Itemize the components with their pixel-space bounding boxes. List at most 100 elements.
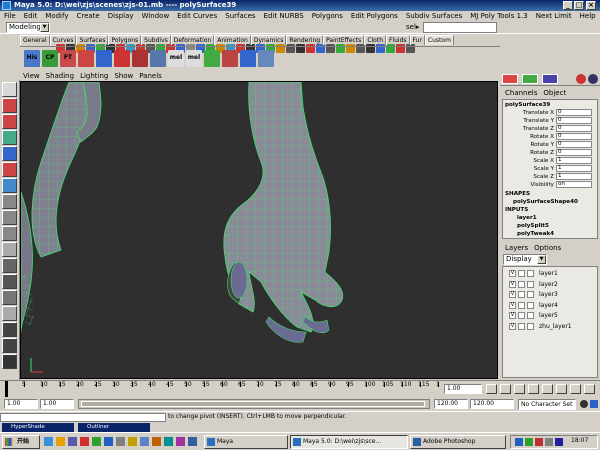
channel-row[interactable]: Rotate X0 — [503, 133, 597, 141]
shelf-tool-icon[interactable] — [96, 50, 112, 67]
lasso-icon[interactable] — [2, 98, 17, 113]
layer-display-type-toggle[interactable] — [518, 301, 525, 309]
shape-node[interactable]: polySurfaceShape40 — [503, 198, 597, 206]
menu-file[interactable]: File — [0, 12, 20, 20]
shelf-tool-icon[interactable]: mel — [186, 50, 202, 67]
app-icon[interactable] — [164, 437, 173, 446]
layer-color-swatch[interactable] — [527, 280, 534, 288]
layout-hypershade-icon[interactable] — [2, 338, 17, 353]
time-slider[interactable]: 1510152025303540455055606570758085909510… — [0, 380, 600, 397]
outlook-icon[interactable] — [68, 437, 77, 446]
channels-tab-object[interactable]: Object — [540, 89, 569, 97]
shelf-tool-icon[interactable] — [150, 50, 166, 67]
channel-box-toggle-icon[interactable] — [502, 74, 518, 84]
menu-window[interactable]: Window — [138, 12, 174, 20]
channel-row[interactable]: Visibility on — [503, 181, 597, 189]
layer-visibility-toggle[interactable]: V — [509, 270, 516, 277]
desktop-icon[interactable] — [56, 437, 65, 446]
app-icon[interactable] — [116, 437, 125, 446]
layer-display-type-toggle[interactable] — [518, 322, 525, 330]
layer-visibility-toggle[interactable]: V — [509, 280, 516, 288]
menu-edit-polygons[interactable]: Edit Polygons — [347, 12, 402, 20]
menu-mj-poly-tools-1-3[interactable]: MJ Poly Tools 1.3 — [466, 12, 532, 20]
layout-persp-icon[interactable] — [2, 290, 17, 305]
preferences-icon[interactable] — [590, 400, 598, 408]
layer-row[interactable]: Vlayer5 — [505, 311, 595, 320]
channel-row[interactable]: Scale X1 — [503, 157, 597, 165]
quick-select-input[interactable] — [423, 22, 497, 33]
shelf-tab-deformation[interactable]: Deformation — [170, 35, 215, 45]
tray-icon[interactable] — [535, 438, 543, 446]
channel-row[interactable]: Rotate Z0 — [503, 149, 597, 157]
move-icon[interactable] — [2, 130, 17, 145]
range-slider-handle[interactable] — [81, 401, 425, 407]
shelf-tool-icon[interactable] — [132, 50, 148, 67]
layer-color-swatch[interactable] — [527, 270, 534, 277]
range-end-field[interactable]: 120.00 — [470, 399, 514, 409]
layer-row[interactable]: Vlayer4 — [505, 301, 595, 310]
scale-icon[interactable] — [2, 162, 17, 177]
menu-edit-nurbs[interactable]: Edit NURBS — [260, 12, 308, 20]
channel-row[interactable]: Translate Y0 — [503, 117, 597, 125]
input-node[interactable]: layer1 — [503, 214, 597, 222]
shelf-tab-custom[interactable]: Custom — [424, 35, 454, 45]
step-forward-frame-icon[interactable] — [556, 384, 567, 394]
rotate-icon[interactable] — [2, 146, 17, 161]
range-slider[interactable] — [78, 399, 430, 409]
shelf-tab-cloth[interactable]: Cloth — [364, 35, 386, 45]
settings-icon[interactable] — [588, 74, 598, 84]
menu-polygons[interactable]: Polygons — [308, 12, 347, 20]
shelf-tab-surfaces[interactable]: Surfaces — [76, 35, 109, 45]
taskbar-button[interactable]: Maya — [204, 435, 288, 449]
layer-row[interactable]: Vlayer2 — [505, 280, 595, 289]
layer-display-type-toggle[interactable] — [518, 270, 525, 277]
shelf-tool-icon[interactable] — [222, 50, 238, 67]
menu-help[interactable]: Help — [576, 12, 600, 20]
channel-value[interactable]: 0 — [556, 133, 592, 140]
shelf-tool-icon[interactable]: His — [24, 50, 40, 67]
layout-outliner-icon[interactable] — [2, 306, 17, 321]
play-forward-icon[interactable] — [542, 384, 553, 394]
layers-tab-layers[interactable]: Layers — [502, 244, 531, 252]
shelf-tab-fur[interactable]: Fur — [409, 35, 425, 45]
mel-command-input[interactable] — [0, 413, 166, 422]
layout-two-icon[interactable] — [2, 274, 17, 289]
taskbar-button[interactable]: Maya 5.0: D:\wei\zjs\sce... — [290, 435, 408, 449]
current-time-field[interactable]: 1.00 — [444, 384, 482, 394]
layout-icon[interactable] — [2, 226, 17, 241]
channel-value[interactable]: 1 — [556, 173, 592, 180]
channel-value[interactable]: on — [556, 181, 592, 188]
start-button[interactable]: 开始 — [2, 435, 40, 449]
channel-row[interactable]: Scale Z1 — [503, 173, 597, 181]
channel-value[interactable]: 1 — [556, 165, 592, 172]
layer-color-swatch[interactable] — [527, 322, 534, 330]
last-tool-icon[interactable] — [2, 210, 17, 225]
taskbar-button[interactable]: Adobe Photoshop — [410, 435, 506, 449]
channel-value[interactable]: 0 — [556, 117, 592, 124]
shelf-tool-icon[interactable]: FT — [60, 50, 76, 67]
channel-value[interactable]: 0 — [556, 109, 592, 116]
shelf-tool-icon[interactable] — [204, 50, 220, 67]
minimized-window[interactable]: HyperShade — [2, 423, 74, 432]
step-back-frame-icon[interactable] — [514, 384, 525, 394]
help-icon[interactable] — [576, 74, 586, 84]
layer-row[interactable]: Vlayer1 — [505, 269, 595, 278]
shelf-tab-painteffects[interactable]: PaintEffects — [323, 35, 365, 45]
current-time-marker[interactable] — [5, 381, 8, 397]
layer-display-type-toggle[interactable] — [518, 280, 525, 288]
tray-icon[interactable] — [555, 438, 563, 446]
shelf-tab-rendering[interactable]: Rendering — [286, 35, 324, 45]
layout-single-icon[interactable] — [2, 242, 17, 257]
shelf-tab-polygons[interactable]: Polygons — [108, 35, 142, 45]
shelf-tab-subdivs[interactable]: Subdivs — [141, 35, 171, 45]
step-back-key-icon[interactable] — [500, 384, 511, 394]
channel-value[interactable]: 1 — [556, 157, 592, 164]
go-to-end-icon[interactable] — [584, 384, 595, 394]
paint-select-icon[interactable] — [2, 114, 17, 129]
shelf-tab-dynamics[interactable]: Dynamics — [250, 35, 287, 45]
tray-icon[interactable] — [515, 438, 523, 446]
app-icon[interactable] — [92, 437, 101, 446]
shelf-tool-icon[interactable] — [114, 50, 130, 67]
app-icon[interactable] — [176, 437, 185, 446]
shelf-tab-fluids[interactable]: Fluids — [386, 35, 410, 45]
